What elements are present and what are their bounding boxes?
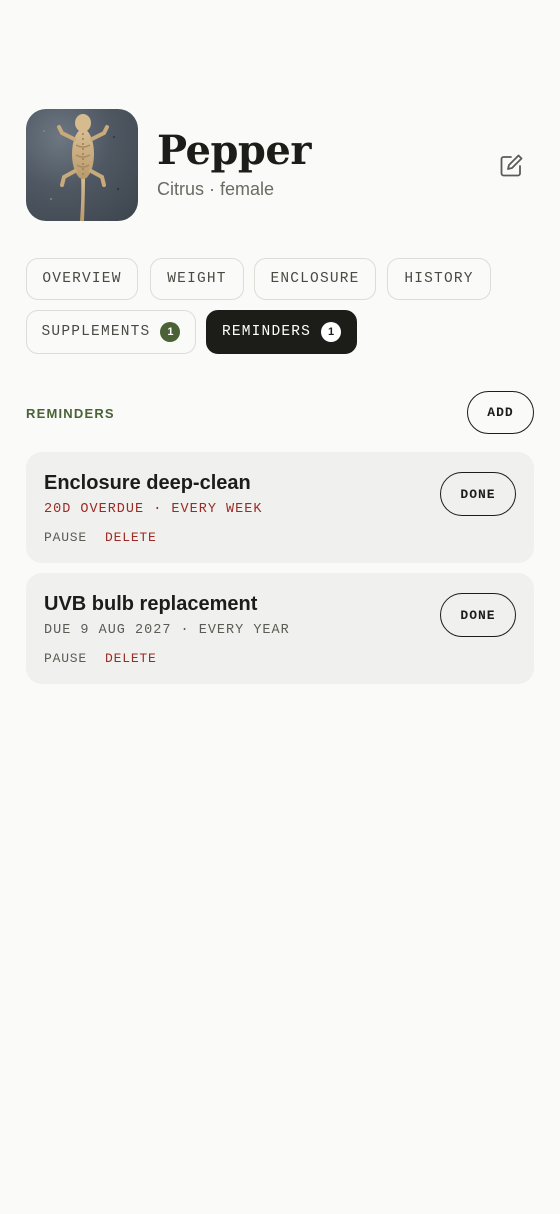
done-button[interactable]: DONE bbox=[440, 472, 516, 516]
reminder-meta: 20D OVERDUE · EVERY WEEK bbox=[44, 502, 263, 517]
reminder-actions: PAUSE DELETE bbox=[44, 651, 157, 666]
pause-button[interactable]: PAUSE bbox=[44, 530, 87, 545]
pet-morph: Citrus bbox=[157, 179, 205, 199]
reminder-actions: PAUSE DELETE bbox=[44, 530, 157, 545]
pet-sex: female bbox=[220, 179, 275, 199]
tab-label: REMINDERS bbox=[221, 324, 312, 340]
tab-label: ENCLOSURE bbox=[270, 271, 360, 287]
pet-name: Pepper bbox=[157, 127, 311, 174]
tab-label: OVERVIEW bbox=[42, 271, 122, 287]
tab-overview[interactable]: OVERVIEW bbox=[26, 258, 138, 300]
delete-button[interactable]: DELETE bbox=[105, 651, 157, 666]
tab-label: WEIGHT bbox=[167, 271, 227, 287]
tab-label: HISTORY bbox=[404, 271, 474, 287]
reminder-card: UVB bulb replacement DUE 9 AUG 2027 · EV… bbox=[26, 573, 534, 684]
done-button[interactable]: DONE bbox=[440, 593, 516, 637]
tab-weight[interactable]: WEIGHT bbox=[150, 258, 244, 300]
reminder-meta: DUE 9 AUG 2027 · EVERY YEAR bbox=[44, 623, 290, 638]
reminder-title: UVB bulb replacement bbox=[44, 593, 258, 615]
tab-supplements[interactable]: SUPPLEMENTS 1 bbox=[26, 310, 196, 354]
reminder-card: Enclosure deep-clean 20D OVERDUE · EVERY… bbox=[26, 452, 534, 563]
delete-button[interactable]: DELETE bbox=[105, 530, 157, 545]
tab-enclosure[interactable]: ENCLOSURE bbox=[254, 258, 376, 300]
count-badge: 1 bbox=[321, 322, 342, 342]
tab-label: SUPPLEMENTS bbox=[41, 324, 151, 340]
tab-history[interactable]: HISTORY bbox=[387, 258, 491, 300]
edit-icon bbox=[500, 154, 523, 177]
count-badge: 1 bbox=[160, 322, 181, 342]
section-title: REMINDERS bbox=[26, 406, 115, 421]
pet-subtitle: Citrus · female bbox=[157, 179, 274, 200]
pet-avatar bbox=[26, 109, 138, 221]
pause-button[interactable]: PAUSE bbox=[44, 651, 87, 666]
add-reminder-button[interactable]: ADD bbox=[467, 391, 534, 434]
tab-reminders[interactable]: REMINDERS 1 bbox=[206, 310, 357, 354]
edit-button[interactable] bbox=[496, 151, 526, 181]
pet-header: Pepper Citrus · female bbox=[26, 109, 534, 221]
separator-dot: · bbox=[209, 179, 216, 199]
bearded-dragon-icon bbox=[43, 114, 120, 221]
reminder-title: Enclosure deep-clean bbox=[44, 472, 251, 494]
